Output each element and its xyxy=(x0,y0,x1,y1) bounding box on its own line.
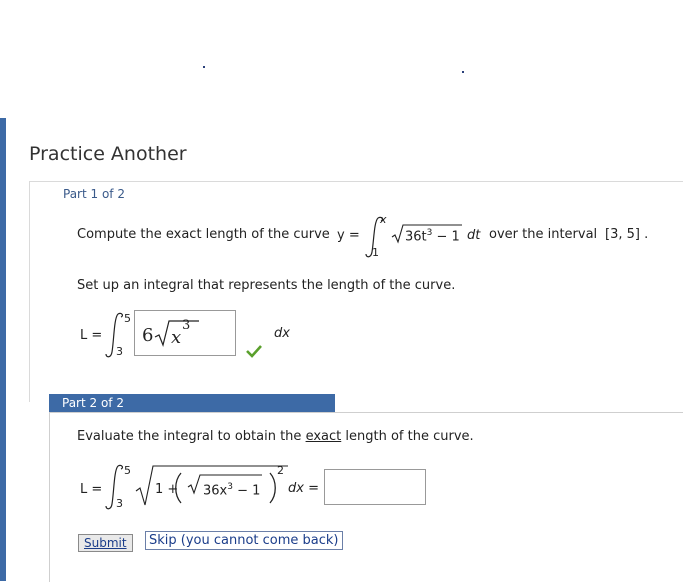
integral-upper: x xyxy=(380,213,387,226)
part1-label: Part 1 of 2 xyxy=(63,187,125,201)
L-equals: L = xyxy=(80,482,103,497)
L-equals: L = xyxy=(80,328,103,343)
answer-coef: 6 xyxy=(142,325,154,346)
part2-prompt: Evaluate the integral to obtain the exac… xyxy=(77,429,474,444)
integrand: 36t3 − 1 xyxy=(405,228,460,245)
dx: dx xyxy=(274,326,290,341)
dt: dt xyxy=(467,228,481,243)
limit-upper: 5 xyxy=(124,464,131,477)
setup-text: Set up an integral that represents the l… xyxy=(77,278,456,293)
part1-prompt: Compute the exact length of the curve xyxy=(77,227,330,242)
limit-lower: 3 xyxy=(116,345,123,358)
part2-answer-input[interactable] xyxy=(324,469,426,505)
limit-upper: 5 xyxy=(124,312,131,325)
submit-button[interactable]: Submit xyxy=(78,534,133,552)
inner-expression: 36x3 − 1 xyxy=(203,482,261,499)
part2-header: Part 2 of 2 xyxy=(49,394,335,412)
outer-exp: 2 xyxy=(277,464,284,477)
dx-equals: dx = xyxy=(288,481,319,496)
skip-button[interactable]: Skip (you cannot come back) xyxy=(145,531,343,550)
integral-lower: 1 xyxy=(372,246,379,259)
one-plus: 1 + xyxy=(155,482,179,497)
interval-text: over the interval xyxy=(489,227,598,242)
page-heading: Practice Another xyxy=(29,143,187,165)
stray-dot xyxy=(462,71,464,73)
part1-answer-field[interactable]: 6 x 3 xyxy=(134,310,236,356)
left-accent-bar xyxy=(0,118,6,581)
checkmark-icon xyxy=(246,345,262,358)
answer-var: x xyxy=(171,327,182,348)
interval-value: [3, 5] . xyxy=(605,227,649,242)
limit-lower: 3 xyxy=(116,497,123,510)
stray-dot xyxy=(203,66,205,68)
y-equals: y = xyxy=(337,228,360,243)
part2-label: Part 2 of 2 xyxy=(62,396,124,410)
answer-exp: 3 xyxy=(182,318,191,333)
